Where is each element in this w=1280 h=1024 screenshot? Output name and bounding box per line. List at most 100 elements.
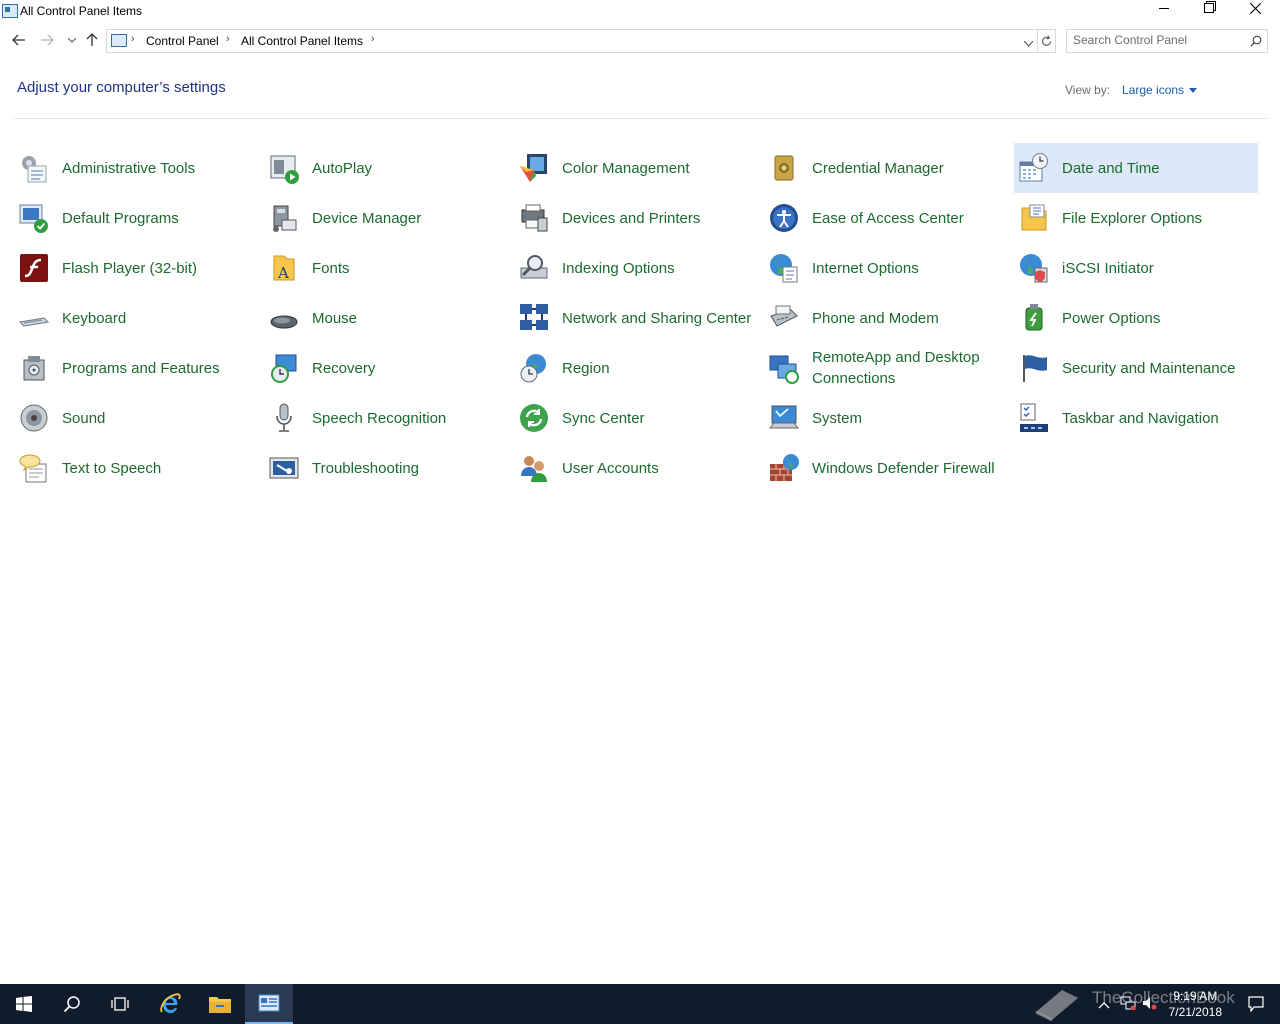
notification-icon	[1248, 996, 1264, 1012]
item-color-management[interactable]: Color Management	[514, 143, 758, 193]
internet-explorer-button[interactable]	[146, 984, 194, 1024]
item-label: Text to Speech	[62, 459, 162, 477]
windows-logo-icon	[16, 996, 32, 1012]
autoplay-icon	[270, 155, 299, 184]
remoteapp-icon	[769, 355, 799, 384]
item-autoplay[interactable]: AutoPlay	[264, 143, 508, 193]
search-icon[interactable]	[1250, 34, 1262, 52]
item-programs-and-features[interactable]: Programs and Features	[14, 343, 258, 393]
item-label: Indexing Options	[562, 259, 675, 277]
system-clock[interactable]: 9:19 AM 7/21/2018	[1169, 988, 1222, 1020]
address-bar[interactable]: › Control Panel › All Control Panel Item…	[106, 29, 1038, 53]
close-button[interactable]	[1232, 0, 1278, 24]
item-label: User Accounts	[562, 459, 659, 477]
task-view-button[interactable]	[96, 984, 144, 1024]
item-label: Ease of Access Center	[812, 209, 964, 227]
start-button[interactable]	[0, 984, 48, 1024]
phone-modem-icon	[770, 305, 798, 327]
item-flash-player[interactable]: Flash Player (32-bit)	[14, 243, 258, 293]
security-maintenance-icon	[1023, 355, 1047, 382]
item-label: Programs and Features	[62, 359, 220, 377]
item-label: Windows Defender Firewall	[812, 459, 995, 477]
item-devices-and-printers[interactable]: Devices and Printers	[514, 193, 758, 243]
item-administrative-tools[interactable]: Administrative Tools	[14, 143, 258, 193]
up-arrow-icon	[86, 33, 98, 46]
restore-button[interactable]	[1186, 0, 1232, 24]
recent-locations-button[interactable]	[63, 31, 81, 49]
item-internet-options[interactable]: Internet Options	[764, 243, 1008, 293]
item-phone-and-modem[interactable]: Phone and Modem	[764, 293, 1008, 343]
item-ease-of-access[interactable]: Ease of Access Center	[764, 193, 1008, 243]
watermark-book-icon	[1035, 990, 1078, 1022]
item-label: Network and Sharing Center	[562, 309, 752, 327]
chevron-down-icon	[1023, 40, 1034, 47]
item-indexing-options[interactable]: Indexing Options	[514, 243, 758, 293]
item-label: Phone and Modem	[812, 309, 939, 327]
breadcrumb-separator-icon[interactable]: ›	[371, 33, 375, 45]
item-date-and-time[interactable]: Date and Time	[1014, 143, 1258, 193]
item-label: Keyboard	[62, 309, 127, 327]
item-label: Fonts	[312, 259, 350, 277]
search-input[interactable]	[1073, 32, 1239, 48]
item-network-sharing-center[interactable]: Network and Sharing Center	[514, 293, 758, 343]
item-default-programs[interactable]: Default Programs	[14, 193, 258, 243]
item-speech-recognition[interactable]: Speech Recognition	[264, 393, 508, 443]
item-troubleshooting[interactable]: Troubleshooting	[264, 443, 508, 493]
item-credential-manager[interactable]: Credential Manager	[764, 143, 1008, 193]
item-recovery[interactable]: Recovery	[264, 343, 508, 393]
item-sync-center[interactable]: Sync Center	[514, 393, 758, 443]
control-panel-app-icon	[2, 4, 18, 18]
task-view-icon	[111, 997, 129, 1011]
control-panel-taskbar-button[interactable]	[245, 984, 293, 1024]
item-label: Flash Player (32-bit)	[62, 259, 198, 277]
item-system[interactable]: System	[764, 393, 1008, 443]
item-text-to-speech[interactable]: Text to Speech	[14, 443, 258, 493]
close-icon	[1249, 2, 1261, 14]
sound-icon	[20, 404, 48, 432]
item-file-explorer-options[interactable]: File Explorer Options	[1014, 193, 1258, 243]
internet-explorer-icon	[160, 993, 181, 1013]
item-label: System	[812, 409, 863, 427]
refresh-button[interactable]	[1037, 29, 1056, 53]
search-taskbar-button[interactable]	[48, 984, 96, 1024]
item-security-and-maintenance[interactable]: Security and Maintenance	[1014, 343, 1258, 393]
forward-button[interactable]	[38, 31, 56, 49]
item-label: Color Management	[562, 159, 690, 177]
internet-options-icon	[770, 254, 798, 283]
search-icon	[63, 996, 80, 1013]
taskbar: TheCollectionBook 9:19 AM 7/21/2018	[0, 984, 1280, 1024]
file-explorer-button[interactable]	[196, 984, 244, 1024]
iscsi-initiator-icon	[1020, 254, 1048, 283]
item-region[interactable]: Region	[514, 343, 758, 393]
item-device-manager[interactable]: Device Manager	[264, 193, 508, 243]
item-windows-defender-firewall[interactable]: Windows Defender Firewall	[764, 443, 1008, 493]
svg-text:A: A	[277, 264, 289, 282]
address-dropdown-button[interactable]	[1023, 34, 1034, 52]
item-fonts[interactable]: A Fonts	[264, 243, 508, 293]
navigation-bar: › Control Panel › All Control Panel Item…	[0, 26, 1280, 54]
item-label: AutoPlay	[312, 159, 373, 177]
item-mouse[interactable]: Mouse	[264, 293, 508, 343]
breadcrumb-control-panel[interactable]: Control Panel	[146, 34, 219, 48]
system-icon	[768, 405, 800, 429]
item-power-options[interactable]: Power Options	[1014, 293, 1258, 343]
item-taskbar-and-navigation[interactable]: Taskbar and Navigation	[1014, 393, 1258, 443]
item-label: Credential Manager	[812, 159, 944, 177]
minimize-button[interactable]	[1141, 0, 1187, 24]
view-by-dropdown[interactable]: Large icons	[1122, 83, 1198, 97]
file-explorer-options-icon	[1021, 204, 1047, 231]
item-iscsi-initiator[interactable]: iSCSI Initiator	[1014, 243, 1258, 293]
item-user-accounts[interactable]: User Accounts	[514, 443, 758, 493]
search-box[interactable]	[1066, 29, 1268, 53]
item-keyboard[interactable]: Keyboard	[14, 293, 258, 343]
date-and-time-icon	[1019, 153, 1048, 182]
item-label: Sound	[62, 409, 106, 427]
breadcrumb-all-items[interactable]: All Control Panel Items	[241, 34, 363, 48]
item-remoteapp[interactable]: RemoteApp and Desktop Connections	[764, 343, 1008, 393]
up-button[interactable]	[83, 31, 101, 49]
credential-manager-icon	[774, 155, 794, 181]
item-sound[interactable]: Sound	[14, 393, 258, 443]
back-button[interactable]	[10, 31, 28, 49]
action-center-button[interactable]	[1232, 984, 1280, 1024]
item-label: RemoteApp and Desktop Connections	[812, 349, 980, 387]
